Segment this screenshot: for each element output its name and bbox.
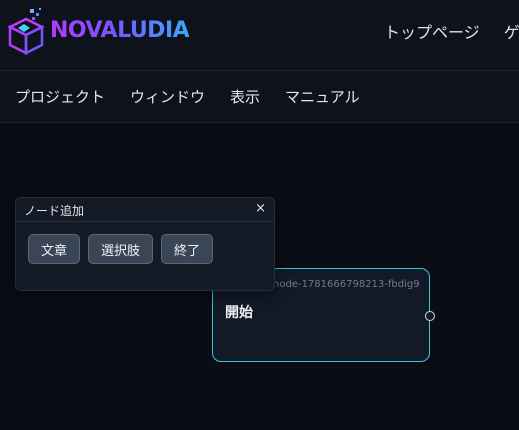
top-nav: トップページ ゲ xyxy=(384,19,519,43)
node-title: 開始 xyxy=(225,305,253,321)
panel-title: ノード追加 xyxy=(24,204,85,218)
menu-item-manual[interactable]: マニュアル xyxy=(285,86,360,107)
add-node-panel: ノード追加 × 文章 選択肢 終了 xyxy=(15,197,275,291)
menu-item-view[interactable]: 表示 xyxy=(230,86,260,107)
output-handle[interactable] xyxy=(425,311,435,321)
menu-bar: プロジェクト ウィンドウ 表示 マニュアル xyxy=(0,71,519,123)
add-choice-node-button[interactable]: 選択肢 xyxy=(88,234,154,264)
panel-header[interactable]: ノード追加 × xyxy=(16,198,274,222)
close-icon[interactable]: × xyxy=(255,201,266,216)
add-text-node-button[interactable]: 文章 xyxy=(28,234,81,264)
node-type-buttons: 文章 選択肢 終了 xyxy=(28,234,214,264)
node-id-label: node-1781666798213-fbdig9 xyxy=(273,279,420,290)
menu-item-window[interactable]: ウィンドウ xyxy=(130,86,205,107)
top-nav-item-top-page[interactable]: トップページ xyxy=(384,19,480,43)
add-end-node-button[interactable]: 終了 xyxy=(161,234,214,264)
top-header: NOVALUDIA トップページ ゲ xyxy=(0,0,519,71)
brand-name: NOVALUDIA xyxy=(50,18,190,43)
cube-logo-icon xyxy=(7,8,45,55)
menu-item-project[interactable]: プロジェクト xyxy=(15,86,105,107)
top-nav-item-truncated[interactable]: ゲ xyxy=(504,19,519,43)
brand-logo[interactable]: NOVALUDIA xyxy=(6,6,190,56)
